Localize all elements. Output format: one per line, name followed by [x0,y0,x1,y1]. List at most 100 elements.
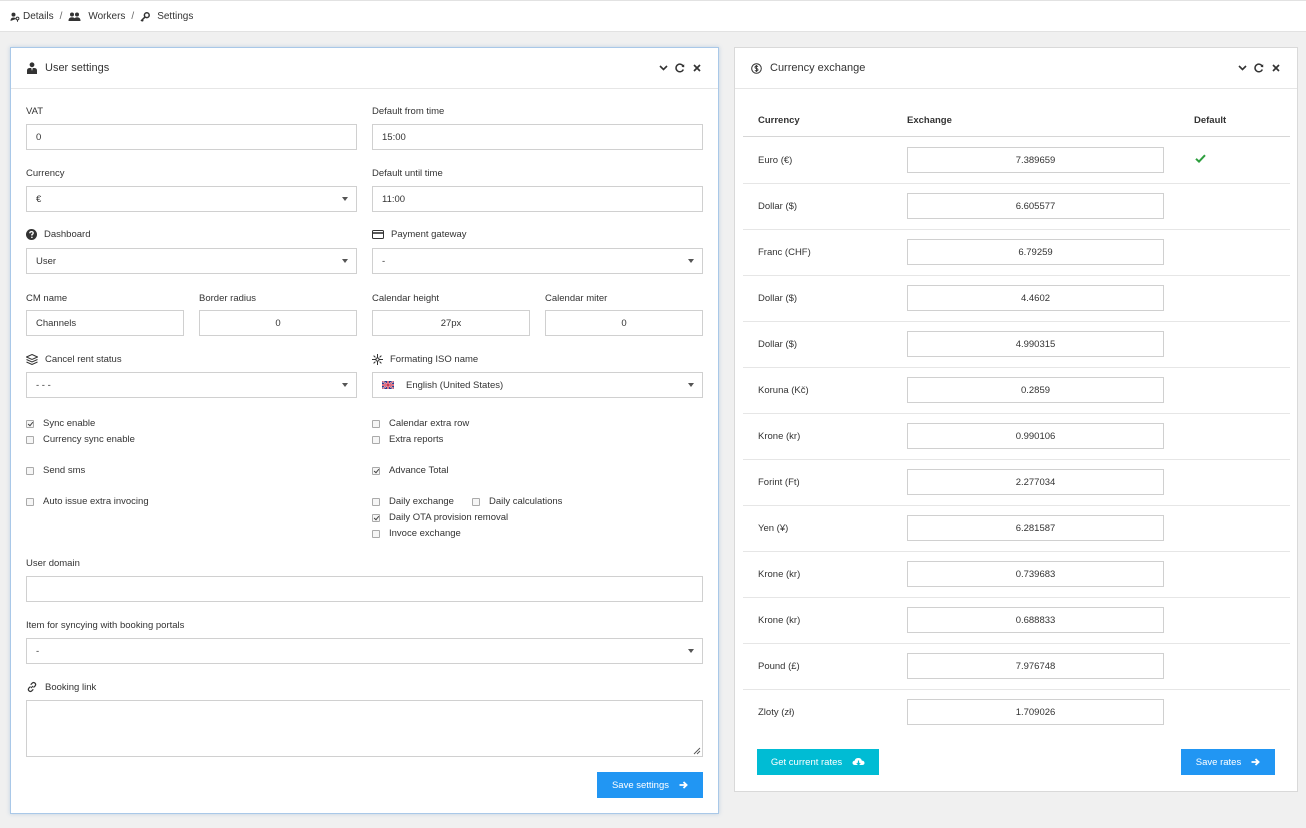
exchange-rate-input[interactable]: 7.389659 [907,147,1164,173]
cancel-rent-status-label-text: Cancel rent status [45,354,122,365]
default-check-icon[interactable] [1195,154,1206,166]
exchange-rate-input[interactable]: 4.990315 [907,331,1164,357]
booking-link-textarea[interactable] [26,700,703,757]
cancel-rent-status-label: Cancel rent status [26,354,122,365]
close-icon[interactable] [692,62,702,74]
exchange-rate-input[interactable]: 0.2859 [907,377,1164,403]
border-radius-input[interactable]: 0 [199,310,357,336]
auto-issue-extra-invoicing-checkbox[interactable]: Auto issue extra invocing [26,496,149,507]
checkbox-unchecked [472,497,480,506]
compass-icon [372,354,383,365]
refresh-icon[interactable] [675,62,685,74]
calendar-miter-input[interactable]: 0 [545,310,703,336]
exchange-rate-input[interactable]: 7.976748 [907,653,1164,679]
exchange-rate-input[interactable]: 0.739683 [907,561,1164,587]
caret-down-icon [688,383,694,387]
collapse-icon[interactable] [658,62,668,74]
save-settings-button[interactable]: Save settings [597,772,703,798]
exchange-rate-input[interactable]: 6.281587 [907,515,1164,541]
row-divider [743,367,1290,368]
panel-title-text: User settings [45,62,110,74]
default-from-time-value: 15:00 [382,131,406,143]
checkbox-label: Daily exchange [389,496,454,507]
currency-name: Forint (Ft) [758,477,800,488]
currency-exchange-panel: Currency exchange Currency Exchange Defa… [734,47,1298,792]
formating-iso-name-value: English (United States) [406,379,504,391]
checkbox-unchecked [26,466,34,475]
resize-handle-icon[interactable] [693,747,701,755]
breadcrumb-item-settings[interactable]: Settings [140,11,193,22]
extra-reports-checkbox[interactable]: Extra reports [372,434,443,445]
close-icon[interactable] [1271,62,1281,74]
default-from-time-input[interactable]: 15:00 [372,124,703,150]
header-divider [743,136,1290,137]
calendar-miter-label: Calendar miter [545,293,608,304]
button-label: Save settings [611,779,670,791]
checkbox-label: Daily OTA provision removal [389,512,509,523]
currency-sync-enable-checkbox[interactable]: Currency sync enable [26,434,135,445]
sync-enable-checkbox[interactable]: Sync enable [26,418,95,429]
default-until-time-label: Default until time [372,168,443,179]
exchange-rate-input[interactable]: 0.990106 [907,423,1164,449]
daily-calculations-checkbox[interactable]: Daily calculations [472,496,562,507]
daily-exchange-checkbox[interactable]: Daily exchange [372,496,454,507]
payment-gateway-label-text: Payment gateway [391,229,467,240]
caret-down-icon [342,259,348,263]
checkbox-unchecked [372,497,380,506]
row-divider [743,321,1290,322]
exchange-rate-input[interactable]: 6.605577 [907,193,1164,219]
currency-name: Koruna (Kč) [758,385,809,396]
vat-input[interactable]: 0 [26,124,357,150]
currency-name: Krone (kr) [758,569,801,580]
breadcrumb-item-workers[interactable]: Workers [68,11,125,22]
payment-gateway-label: Payment gateway [372,229,467,240]
currency-name: Euro (€) [758,155,793,166]
exchange-rate-input[interactable]: 2.277034 [907,469,1164,495]
panel-tools [658,62,702,74]
get-current-rates-button[interactable]: Get current rates [757,749,879,775]
dashboard-select[interactable]: User [26,248,357,274]
exchange-rate-input[interactable]: 4.4602 [907,285,1164,311]
currency-name: Yen (¥) [758,523,789,534]
user-domain-input[interactable] [26,576,703,602]
cancel-rent-status-select[interactable]: - - - [26,372,357,398]
column-header-default: Default [1194,115,1227,126]
row-divider [743,505,1290,506]
breadcrumb-label: Settings [157,11,194,22]
invoce-exchange-checkbox[interactable]: Invoce exchange [372,528,461,539]
panel-header: User settings [11,48,718,89]
send-sms-checkbox[interactable]: Send sms [26,465,85,476]
panel-title: User settings [27,62,109,74]
payment-gateway-select[interactable]: - [372,248,703,274]
calendar-extra-row-checkbox[interactable]: Calendar extra row [372,418,469,429]
cm-name-input[interactable]: Channels [26,310,184,336]
breadcrumb-item-details[interactable]: Details [10,11,54,22]
panel-title-text: Currency exchange [770,62,866,74]
save-rates-button[interactable]: Save rates [1181,749,1275,775]
daily-ota-provision-removal-checkbox[interactable]: Daily OTA provision removal [372,512,508,523]
checkbox-unchecked [26,497,34,506]
question-circle-icon [26,229,37,240]
booking-portal-item-select[interactable]: - [26,638,703,664]
vat-label: VAT [26,106,44,117]
exchange-rate-input[interactable]: 0.688833 [907,607,1164,633]
formating-iso-name-select[interactable]: English (United States) [372,372,703,398]
default-from-time-label: Default from time [372,106,445,117]
currency-select[interactable]: € [26,186,357,212]
user-tie-icon [27,62,37,74]
advance-total-checkbox[interactable]: Advance Total [372,465,449,476]
currency-label: Currency [26,168,65,179]
checkbox-checked [372,513,380,522]
checkbox-checked [372,466,380,475]
refresh-icon[interactable] [1254,62,1264,74]
row-divider [743,413,1290,414]
exchange-rate-input[interactable]: 1.709026 [907,699,1164,725]
exchange-rate-input[interactable]: 6.79259 [907,239,1164,265]
caret-down-icon [342,197,348,201]
default-until-time-input[interactable]: 11:00 [372,186,703,212]
breadcrumb-label: Workers [88,11,126,22]
calendar-height-input[interactable]: 27px [372,310,530,336]
row-divider [743,183,1290,184]
booking-portal-item-value: - [36,645,40,657]
collapse-icon[interactable] [1237,62,1247,74]
